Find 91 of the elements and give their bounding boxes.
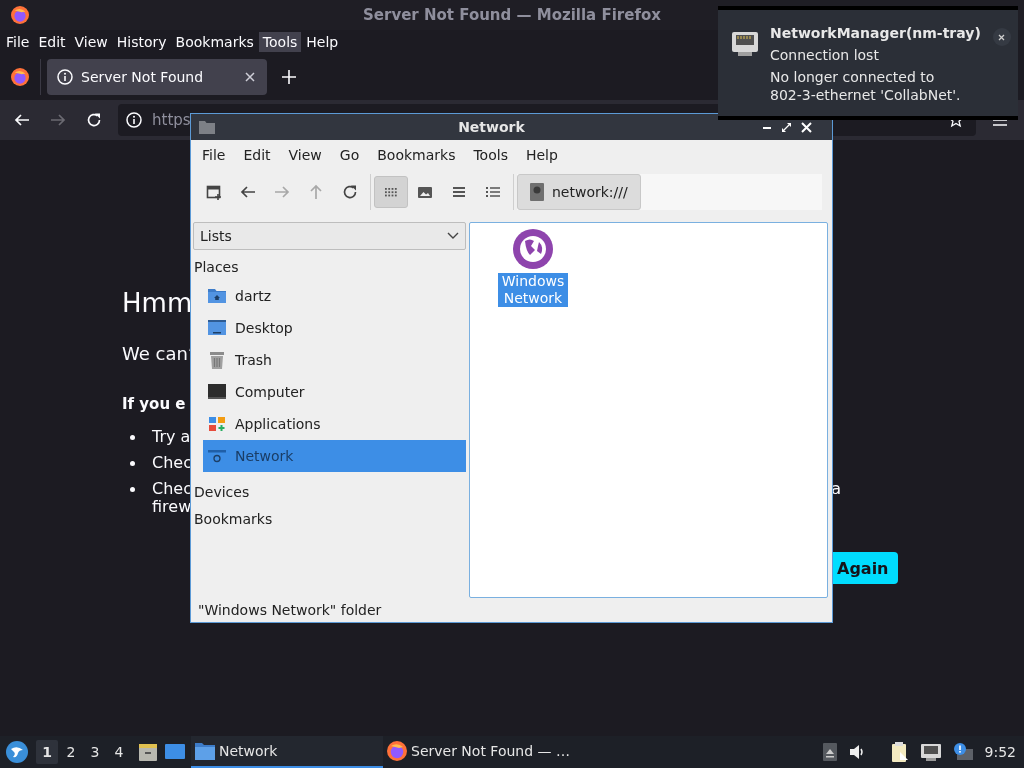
reload-icon bbox=[342, 184, 358, 200]
menu-item[interactable]: Help bbox=[516, 147, 567, 163]
folder-icon bbox=[195, 742, 215, 760]
location-bar[interactable]: network:/// bbox=[517, 174, 822, 210]
notification-icon[interactable] bbox=[952, 743, 973, 761]
info-icon bbox=[57, 69, 73, 85]
menu-item[interactable]: View bbox=[279, 147, 331, 163]
menu-item[interactable]: Tools bbox=[258, 32, 302, 52]
place-item[interactable]: Computer bbox=[203, 376, 466, 408]
close-button[interactable] bbox=[992, 28, 1011, 46]
globe-icon[interactable] bbox=[513, 229, 553, 269]
pane-selector[interactable]: Lists bbox=[193, 222, 466, 250]
applications-icon bbox=[207, 414, 227, 434]
speaker-icon[interactable] bbox=[848, 744, 865, 760]
back-icon bbox=[240, 184, 256, 200]
window-title: Server Not Found — Mozilla Firefox bbox=[363, 6, 661, 24]
bullet-dot bbox=[130, 461, 135, 466]
file-cabinet-icon[interactable] bbox=[138, 742, 158, 762]
place-item[interactable]: Desktop bbox=[203, 312, 466, 344]
close-icon[interactable] bbox=[243, 70, 257, 84]
monitor-icon[interactable] bbox=[165, 743, 185, 761]
list-text: Chec bbox=[152, 480, 192, 498]
ethernet-port-icon bbox=[732, 32, 758, 56]
maximize-icon[interactable] bbox=[781, 121, 792, 133]
browser-tab[interactable]: Server Not Found bbox=[47, 59, 267, 95]
list-text: Chec bbox=[152, 454, 192, 472]
list-text: firew bbox=[152, 498, 192, 516]
icon-view-button[interactable] bbox=[374, 176, 408, 208]
info-icon bbox=[126, 112, 142, 128]
desktop-switcher[interactable]: 2 bbox=[60, 740, 82, 764]
taskbar-task[interactable]: Server Not Found — … bbox=[383, 736, 575, 768]
ethernet-port-icon[interactable] bbox=[920, 743, 941, 761]
menu-item[interactable]: View bbox=[70, 32, 112, 52]
menu-item[interactable]: Help bbox=[302, 32, 343, 52]
image-icon bbox=[417, 184, 433, 200]
plus-icon[interactable] bbox=[281, 69, 297, 85]
drive-icon bbox=[530, 183, 544, 201]
clipboard-icon[interactable] bbox=[890, 742, 909, 762]
reload-icon bbox=[86, 112, 102, 128]
status-text: "Windows Network" folder bbox=[197, 601, 383, 620]
back-icon bbox=[14, 112, 30, 128]
forward-icon bbox=[50, 112, 66, 128]
menu-item[interactable]: Tools bbox=[464, 147, 517, 163]
section-heading[interactable]: Places bbox=[193, 250, 466, 274]
desktop-switcher[interactable]: 3 bbox=[84, 740, 106, 764]
computer-icon bbox=[207, 382, 227, 402]
folder-icon bbox=[199, 120, 215, 134]
menu-item[interactable]: Go bbox=[330, 147, 369, 163]
menu-item[interactable]: File bbox=[193, 147, 235, 163]
close-icon bbox=[998, 33, 1006, 41]
home-icon bbox=[207, 286, 227, 306]
section-heading[interactable]: Bookmarks bbox=[193, 499, 466, 526]
bullet-dot bbox=[130, 435, 135, 440]
bulleted-list-icon bbox=[485, 184, 501, 200]
close-icon[interactable] bbox=[801, 121, 812, 133]
desktop-switcher[interactable]: 4 bbox=[108, 740, 130, 764]
window-title: Network bbox=[458, 119, 525, 135]
bullet-dot bbox=[130, 487, 135, 492]
place-item[interactable]: Trash bbox=[203, 344, 466, 376]
menu-item[interactable]: Edit bbox=[234, 147, 280, 163]
notification-body: No longer connected to bbox=[770, 68, 935, 86]
menu-item[interactable]: History bbox=[112, 32, 171, 52]
trash-icon bbox=[207, 350, 227, 370]
desktop-switcher[interactable]: 1 bbox=[36, 740, 58, 764]
place-item[interactable]: dartz bbox=[203, 280, 466, 312]
forward-icon bbox=[274, 184, 290, 200]
location-button[interactable]: network:/// bbox=[517, 174, 641, 210]
list-icon bbox=[451, 184, 467, 200]
menu-item[interactable]: File bbox=[2, 32, 34, 52]
chevron-down-icon bbox=[447, 232, 459, 240]
place-item[interactable]: Applications bbox=[203, 408, 466, 440]
clock[interactable]: 9:52 bbox=[984, 744, 1016, 760]
page-heading: Hmm bbox=[122, 287, 193, 319]
firefox-icon bbox=[387, 741, 407, 761]
try-again-button[interactable]: Again bbox=[833, 552, 898, 584]
notification-summary: Connection lost bbox=[770, 46, 880, 65]
section-heading[interactable]: Devices bbox=[193, 472, 466, 499]
menu-item[interactable]: Edit bbox=[34, 32, 70, 52]
taskbar-task[interactable]: Network bbox=[191, 736, 383, 768]
up-icon bbox=[308, 184, 324, 200]
menu-item[interactable]: Bookmarks bbox=[171, 32, 258, 52]
start-menu-icon[interactable] bbox=[6, 741, 28, 763]
firefox-icon[interactable] bbox=[11, 68, 29, 86]
section-heading: If you e bbox=[122, 394, 186, 415]
firefox-logo bbox=[11, 6, 29, 24]
newtab-icon bbox=[206, 184, 222, 200]
menu-item[interactable]: Bookmarks bbox=[368, 147, 465, 163]
list-text: Try a bbox=[152, 428, 191, 446]
notification-body: 802-3-ethernet 'CollabNet'. bbox=[770, 86, 961, 104]
notification-title: NetworkManager(nm-tray) bbox=[770, 24, 981, 43]
desktop-icon bbox=[207, 318, 227, 338]
